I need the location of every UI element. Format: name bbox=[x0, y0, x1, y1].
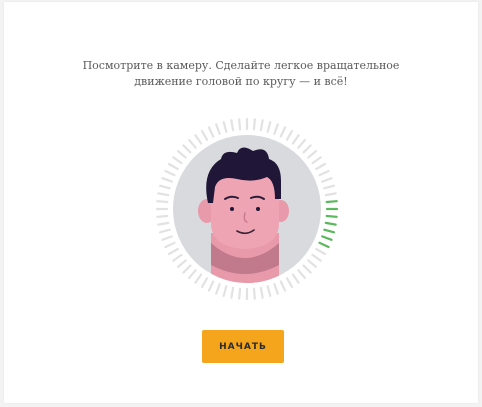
progress-tick-pending bbox=[291, 273, 300, 284]
progress-tick-pending bbox=[172, 156, 183, 165]
progress-tick-pending bbox=[167, 162, 179, 171]
progress-tick-pending bbox=[188, 138, 197, 149]
progress-tick-pending bbox=[302, 264, 312, 274]
progress-tick-pending bbox=[176, 259, 187, 268]
progress-tick-pending bbox=[307, 259, 318, 268]
progress-tick-pending bbox=[194, 273, 203, 284]
progress-tick-pending bbox=[279, 126, 287, 138]
progress-tick-pending bbox=[297, 138, 306, 149]
face-capture-area bbox=[153, 115, 341, 303]
progress-tick-pending bbox=[215, 283, 221, 295]
progress-tick-pending bbox=[323, 184, 336, 190]
instruction-text: Посмотрите в камеру. Сделайте легкое вра… bbox=[0, 58, 482, 90]
progress-tick-pending bbox=[157, 221, 170, 226]
progress-tick-pending bbox=[188, 269, 197, 280]
progress-tick-pending bbox=[311, 156, 322, 165]
start-button[interactable]: НАЧАТЬ bbox=[202, 330, 284, 363]
progress-tick-pending bbox=[259, 119, 264, 132]
progress-tick-pending bbox=[279, 280, 287, 292]
progress-tick-pending bbox=[291, 134, 300, 145]
progress-tick-pending bbox=[215, 123, 221, 135]
progress-tick-pending bbox=[266, 285, 272, 298]
progress-tick-pending bbox=[318, 169, 330, 177]
progress-tick-pending bbox=[222, 120, 228, 133]
instruction-line-1: Посмотрите в камеру. Сделайте легкое вра… bbox=[82, 59, 400, 72]
progress-tick-pending bbox=[194, 134, 203, 145]
progress-tick-pending bbox=[161, 177, 173, 183]
progress-tick-pending bbox=[172, 253, 183, 262]
progress-ring bbox=[155, 117, 339, 301]
progress-tick-pending bbox=[252, 118, 256, 131]
face-illustration-icon bbox=[198, 147, 289, 283]
progress-tick-pending bbox=[273, 123, 279, 135]
progress-tick-pending bbox=[311, 253, 322, 262]
progress-tick-done bbox=[324, 221, 337, 226]
progress-tick-pending bbox=[238, 118, 242, 131]
progress-tick-pending bbox=[182, 264, 192, 274]
instruction-line-2: движение головой по кругу — и всё! bbox=[134, 75, 348, 88]
progress-tick-pending bbox=[324, 192, 337, 197]
progress-tick-pending bbox=[164, 169, 176, 177]
progress-tick-pending bbox=[161, 235, 173, 241]
progress-tick-pending bbox=[285, 129, 294, 141]
progress-tick-pending bbox=[156, 214, 169, 218]
progress-tick-pending bbox=[285, 277, 294, 289]
progress-tick-pending bbox=[207, 126, 215, 138]
progress-tick-done bbox=[325, 200, 338, 204]
progress-tick-pending bbox=[200, 277, 209, 289]
progress-tick-pending bbox=[307, 150, 318, 159]
progress-tick-pending bbox=[158, 184, 171, 190]
progress-tick-pending bbox=[167, 247, 179, 256]
progress-tick-pending bbox=[222, 285, 228, 298]
progress-tick-pending bbox=[158, 228, 171, 234]
progress-tick-pending bbox=[230, 286, 235, 299]
progress-tick-pending bbox=[259, 286, 264, 299]
progress-tick-done bbox=[318, 241, 330, 249]
progress-tick-pending bbox=[321, 177, 333, 183]
progress-tick-done bbox=[325, 214, 338, 218]
progress-tick-pending bbox=[164, 241, 176, 249]
progress-tick-pending bbox=[230, 119, 235, 132]
progress-tick-pending bbox=[297, 269, 306, 280]
progress-tick-pending bbox=[238, 287, 242, 300]
progress-tick-pending bbox=[176, 150, 187, 159]
progress-tick-done bbox=[321, 235, 333, 241]
progress-tick-pending bbox=[157, 192, 170, 197]
progress-tick-pending bbox=[273, 283, 279, 295]
progress-tick-pending bbox=[182, 144, 192, 154]
progress-tick-pending bbox=[315, 162, 327, 171]
progress-tick-pending bbox=[156, 200, 169, 204]
progress-tick-pending bbox=[200, 129, 209, 141]
progress-tick-pending bbox=[207, 280, 215, 292]
progress-tick-pending bbox=[302, 144, 312, 154]
progress-tick-done bbox=[323, 228, 336, 234]
progress-tick-pending bbox=[315, 247, 327, 256]
progress-tick-pending bbox=[252, 287, 256, 300]
progress-tick-pending bbox=[266, 120, 272, 133]
